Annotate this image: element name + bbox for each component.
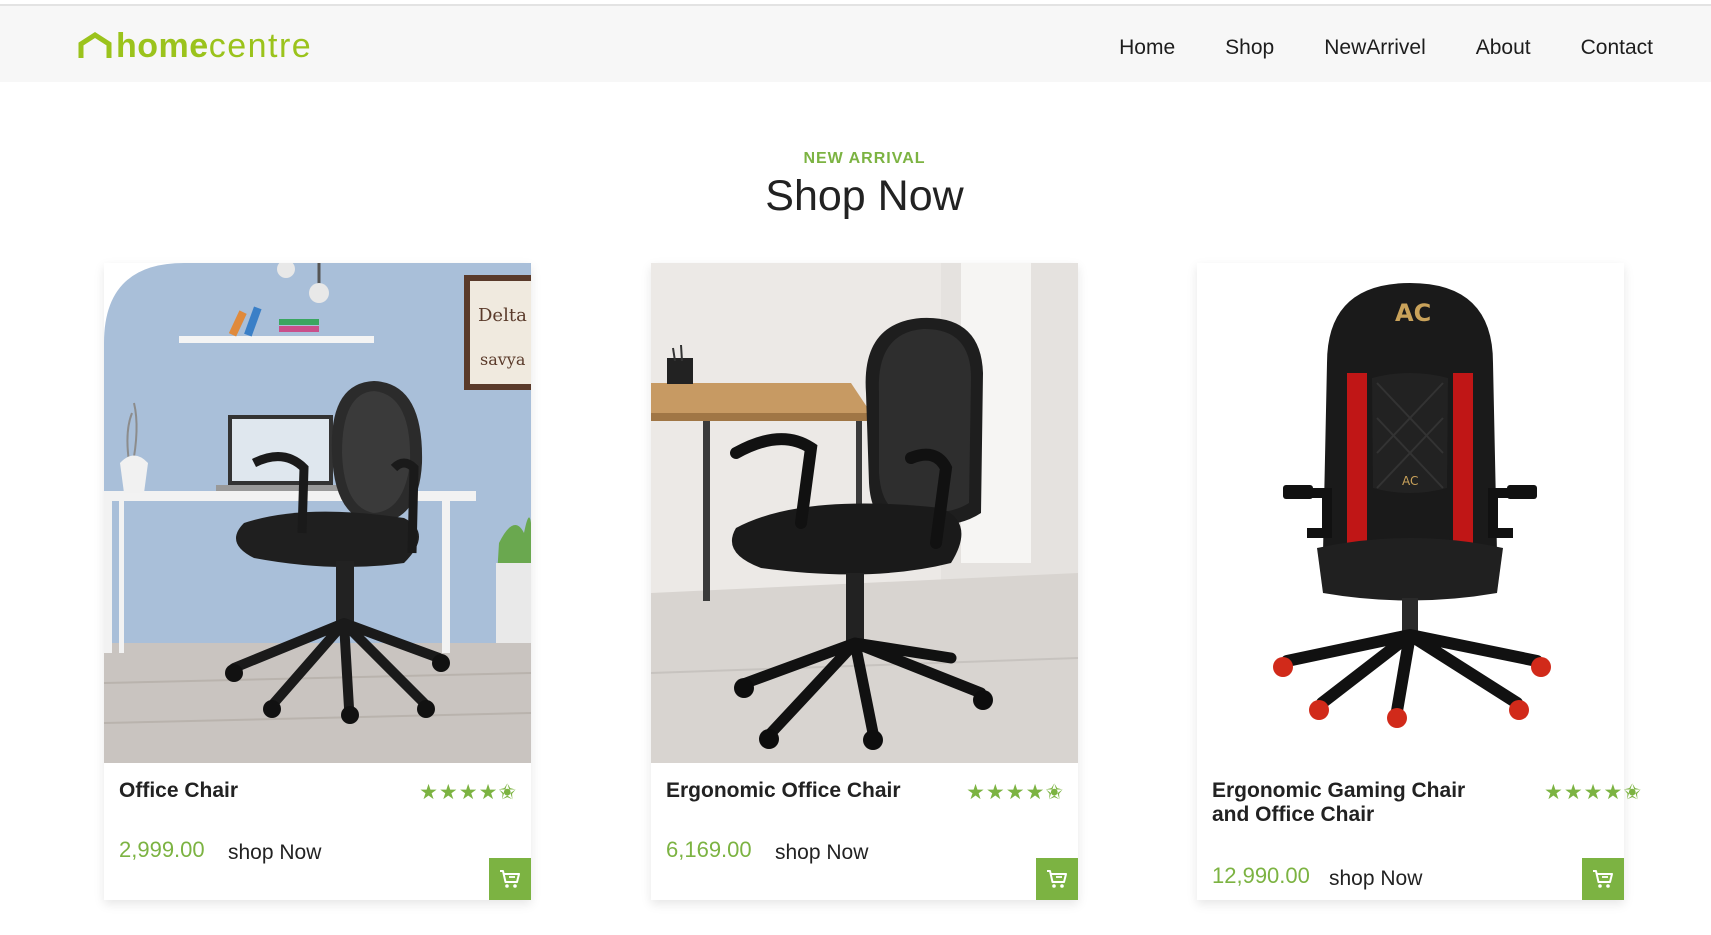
product-price: 12,990.00 <box>1212 863 1310 888</box>
star-icon: ★ <box>438 781 459 804</box>
nav-about[interactable]: About <box>1476 33 1531 63</box>
section-eyebrow: NEW ARRIVAL <box>803 150 926 167</box>
add-to-cart-button[interactable] <box>489 858 531 900</box>
star-half-icon: ✬ <box>1623 781 1642 804</box>
product-name[interactable]: Office Chair <box>119 779 414 803</box>
star-icon: ★ <box>1025 781 1046 804</box>
site-header: home centre Home Shop NewArrivel About Co… <box>0 6 1711 82</box>
product-name[interactable]: Ergonomic Office Chair <box>666 779 961 803</box>
rating-stars: ★★★★✬ <box>966 779 1064 807</box>
brand-centre-text: centre <box>208 27 313 65</box>
brand-logo[interactable]: home centre <box>78 28 312 64</box>
star-icon: ★ <box>458 781 479 804</box>
star-half-icon: ✬ <box>498 781 517 804</box>
product-image[interactable]: AC AC <box>1197 263 1624 763</box>
cart-icon <box>500 870 520 888</box>
product-image[interactable]: Delta savya <box>104 263 531 763</box>
main-nav: Home Shop NewArrivel About Contact <box>1119 33 1653 63</box>
star-icon: ★ <box>966 781 986 804</box>
star-icon: ★ <box>478 781 499 804</box>
product-card: Delta savya Office Chair ★★★★✬ 2,999.00 … <box>104 263 531 900</box>
star-icon: ★ <box>1563 781 1584 804</box>
brand-home-text: home <box>116 27 209 65</box>
product-card: Ergonomic Office Chair ★★★★✬ 6,169.00 sh… <box>651 263 1078 900</box>
product-card: AC AC Ergonomic Gaming Chair and Office … <box>1197 263 1641 900</box>
star-icon: ★ <box>1583 781 1604 804</box>
nav-new-arrival[interactable]: NewArrivel <box>1324 33 1426 63</box>
svg-text:AC: AC <box>1402 474 1418 488</box>
cart-icon <box>1593 870 1613 888</box>
nav-contact[interactable]: Contact <box>1581 33 1653 63</box>
product-price: 2,999.00 <box>119 837 205 862</box>
star-icon: ★ <box>419 781 439 804</box>
rating-stars: ★★★★✬ <box>1544 779 1641 807</box>
star-half-icon: ✬ <box>1045 781 1064 804</box>
star-icon: ★ <box>1005 781 1026 804</box>
section-title: Shop Now <box>765 172 964 220</box>
product-name[interactable]: Ergonomic Gaming Chair and Office Chair <box>1212 779 1507 827</box>
cart-icon <box>1047 870 1067 888</box>
shop-now-link[interactable]: shop Now <box>228 840 321 866</box>
rating-stars: ★★★★✬ <box>419 779 517 807</box>
nav-home[interactable]: Home <box>1119 33 1175 63</box>
star-icon: ★ <box>1544 781 1564 804</box>
svg-text:AC: AC <box>1395 299 1431 327</box>
svg-text:Delta: Delta <box>478 305 527 326</box>
add-to-cart-button[interactable] <box>1036 858 1078 900</box>
product-image[interactable] <box>651 263 1078 763</box>
add-to-cart-button[interactable] <box>1582 858 1624 900</box>
shop-now-link[interactable]: shop Now <box>1329 866 1422 892</box>
product-price: 6,169.00 <box>666 837 752 862</box>
house-icon <box>78 32 112 58</box>
star-icon: ★ <box>1603 781 1624 804</box>
svg-text:savya: savya <box>480 350 526 369</box>
nav-shop[interactable]: Shop <box>1225 33 1274 63</box>
shop-now-link[interactable]: shop Now <box>775 840 868 866</box>
star-icon: ★ <box>985 781 1006 804</box>
